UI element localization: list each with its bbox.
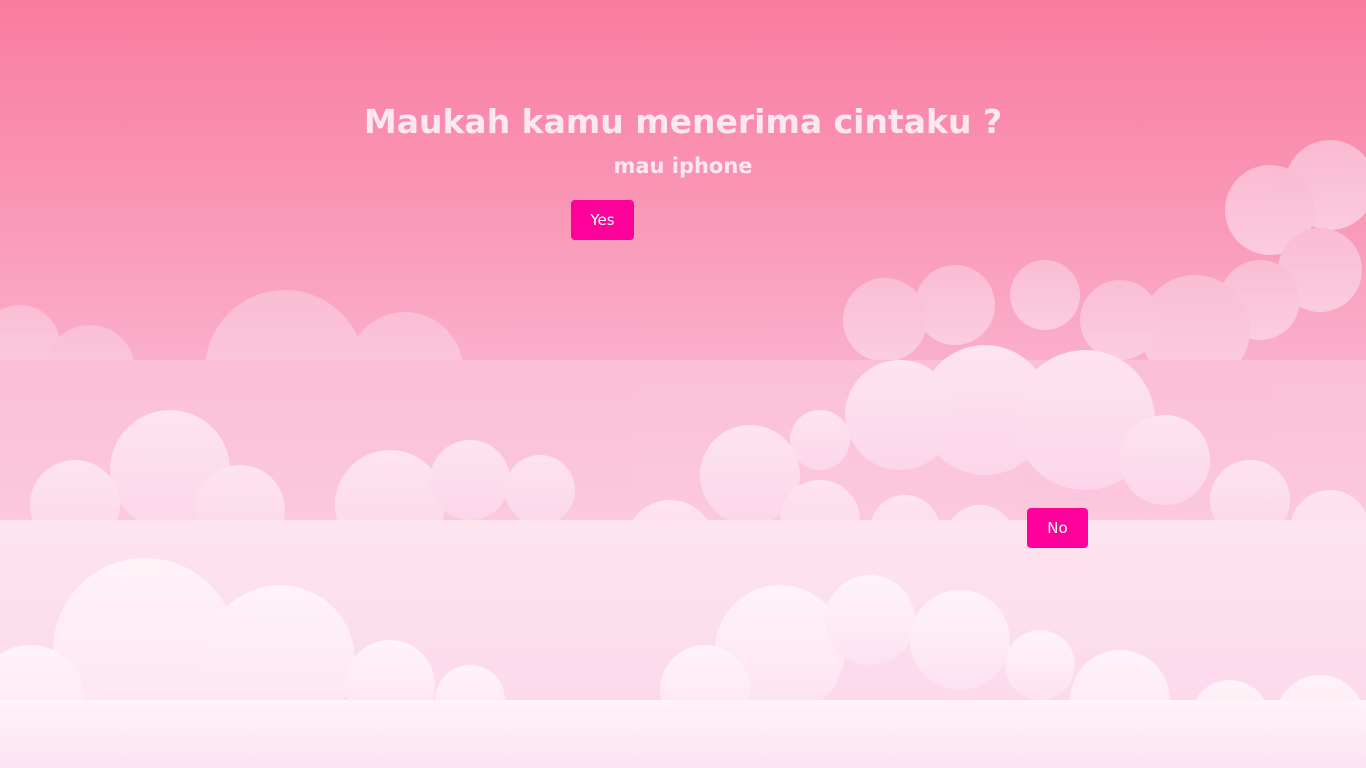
page-subtitle: mau iphone (613, 154, 753, 178)
no-button[interactable]: No (1027, 508, 1088, 548)
yes-button[interactable]: Yes (571, 200, 634, 240)
page-title: Maukah kamu menerima cintaku ? (363, 102, 1003, 141)
